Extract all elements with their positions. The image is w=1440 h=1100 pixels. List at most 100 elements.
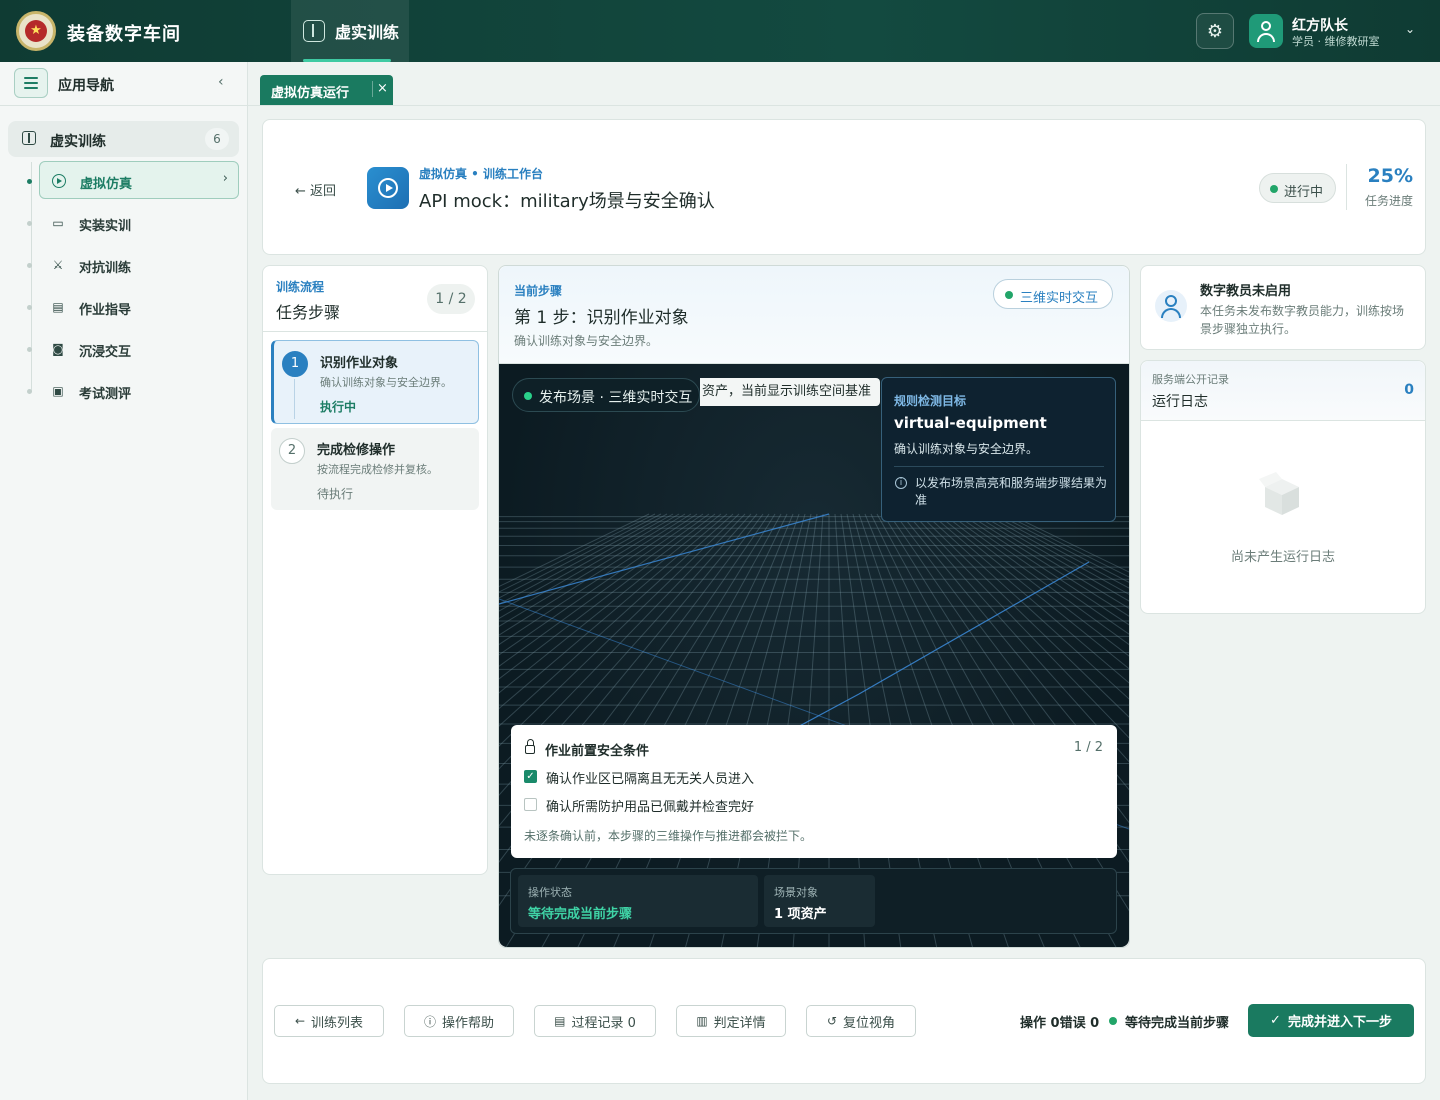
op-value: 1 项资产 [774,907,827,922]
step-status: 执行中 [320,400,357,414]
book-icon [22,131,36,145]
help-button[interactable]: ⓘ 操作帮助 [404,1005,514,1037]
instructor-title: 数字教员未启用 [1200,284,1292,299]
step-number: 2 [279,438,305,464]
complete-next-button[interactable]: ✓ 完成并进入下一步 [1248,1004,1414,1037]
3d-viewport[interactable]: 资产，当前显示训练空间基准 发布场景 · 三维实时交互 规则检测目标 virtu… [499,364,1129,947]
divider [263,331,487,332]
close-icon[interactable]: × [372,81,388,97]
scene-label: 发布场景 · 三维实时交互 [539,390,693,406]
sidebar-group-virtual-training[interactable]: 虚实训练 6 [8,121,239,157]
button-label: 操作帮助 [442,1015,495,1031]
menu-toggle-button[interactable] [14,68,48,98]
book-icon [303,20,325,42]
steps-caption: 训练流程 [276,280,325,294]
safety-checkbox-2[interactable] [524,798,537,811]
sidebar-item-confrontation[interactable]: ⚔ 对抗训练 [27,246,239,284]
tab-bar: 虚拟仿真运行 × [248,62,1440,106]
page-title: API mock：military场景与安全确认 [419,191,715,212]
sidebar-item-work-guide[interactable]: ▤ 作业指导 [27,288,239,326]
instructor-desc: 本任务未发布数字教员能力，训练按场景步骤独立执行。 [1200,304,1405,336]
rule-caption: 规则检测目标 [894,394,967,408]
document-icon: ▤ [52,300,64,314]
run-log-card: 服务端公开记录 运行日志 0 尚未产生运行日志 [1140,360,1426,614]
sidebar-item-label: 虚拟仿真 [80,177,133,192]
divider [1346,164,1347,210]
sidebar-item-real-equipment[interactable]: ▭ 实装实训 [27,204,239,242]
play-circle-icon [52,174,66,188]
status-dot-icon [1270,185,1278,193]
reset-view-button[interactable]: ↺ 复位视角 [806,1005,916,1037]
steps-title: 任务步骤 [276,303,341,322]
group-label: 虚实训练 [50,134,106,150]
back-label: 返回 [310,184,337,199]
mode-label: 三维实时交互 [1020,291,1099,306]
process-record-button[interactable]: ▤ 过程记录 0 [534,1005,656,1037]
tab-virtual-sim-run[interactable]: 虚拟仿真运行 × [260,75,393,105]
button-label: 过程记录 0 [571,1015,636,1031]
button-label: 完成并进入下一步 [1287,1015,1392,1030]
sidebar-item-label: 考试测评 [79,387,132,402]
current-step-title: 第 1 步：识别作业对象 [514,308,689,328]
judge-detail-button[interactable]: ▥ 判定详情 [676,1005,786,1037]
user-avatar[interactable] [1249,14,1283,48]
monitor-icon: ▭ [52,216,64,230]
operation-status-bar: 操作状态 等待完成当前步骤 场景对象 1 项资产 [510,868,1117,934]
document-icon: ▤ [554,1014,566,1028]
info-icon: ⓘ [423,1014,436,1029]
user-icon [1155,290,1187,322]
step-title: 识别作业对象 [320,356,399,371]
top-bar: ★ 装备数字车间 虚实训练 ⚙ 红方队长 学员 · 维修教研室 ⌄ [0,0,1440,62]
emblem-logo-icon: ★ [16,11,56,51]
safety-note: 未逐条确认前，本步骤的三维操作与推进都会被拦下。 [524,829,813,843]
arrow-left-icon: ← [294,1014,306,1028]
stage-panel: 当前步骤 第 1 步：识别作业对象 确认训练对象与安全边界。 三维实时交互 资产… [498,265,1130,948]
sidebar-item-label: 对抗训练 [79,261,132,276]
status-dot-icon [1109,1017,1117,1025]
app-title: 装备数字车间 [67,24,181,45]
settings-button[interactable]: ⚙ [1196,13,1234,49]
button-label: 复位视角 [843,1015,896,1031]
back-button[interactable]: ← 返回 [295,180,336,199]
steps-panel: 训练流程 任务步骤 1 / 2 1 识别作业对象 确认训练对象与安全边界。 执行… [262,265,488,875]
report-icon: ▥ [696,1014,708,1028]
footer-toolbar: ← 训练列表 ⓘ 操作帮助 ▤ 过程记录 0 ▥ 判定详情 ↺ 复位视角 操作 … [262,958,1426,1084]
chevron-down-icon[interactable]: ⌄ [1405,22,1415,36]
sidebar-item-immersive[interactable]: ◙ 沉浸交互 [27,330,239,368]
log-count: 0 [1404,382,1414,398]
steps-count-badge: 1 / 2 [427,284,475,314]
step-item[interactable]: 2 完成检修操作 按流程完成检修并复核。 待执行 [271,428,479,510]
scene-object-cell: 场景对象 1 项资产 [764,875,875,927]
step-item[interactable]: 1 识别作业对象 确认训练对象与安全边界。 执行中 [271,340,479,424]
scene-badge: 发布场景 · 三维实时交互 [512,378,700,412]
digital-instructor-card: 数字教员未启用 本任务未发布数字教员能力，训练按场景步骤独立执行。 [1140,265,1426,350]
safety-checkbox-1[interactable]: ✓ [524,770,537,783]
collapse-chevron-icon[interactable]: ‹ [218,74,224,90]
op-label: 操作状态 [528,886,572,899]
progress-label: 任务进度 [1364,194,1413,208]
log-title: 运行日志 [1152,394,1208,410]
sidebar-header: 应用导航 ‹ [0,62,247,106]
breadcrumb: 虚拟仿真 • 训练工作台 [419,167,544,181]
training-list-button[interactable]: ← 训练列表 [274,1005,384,1037]
rule-target: virtual-equipment [894,414,1047,432]
op-label: 场景对象 [774,886,818,899]
sidebar-item-virtual-sim[interactable]: 虚拟仿真 › [27,161,239,199]
sidebar-item-label: 作业指导 [79,303,132,318]
user-role: 学员 · 维修教研室 [1292,35,1380,48]
clipboard-icon: ▣ [52,384,64,398]
footer-status: 等待完成当前步骤 [1125,1016,1230,1031]
top-nav-virtual-training[interactable]: 虚实训练 [291,0,409,62]
current-step-caption: 当前步骤 [514,284,563,298]
sidebar-item-exam[interactable]: ▣ 考试测评 [27,372,239,410]
task-header-card: ← 返回 虚拟仿真 • 训练工作台 API mock：military场景与安全… [262,119,1426,255]
current-step-desc: 确认训练对象与安全边界。 [514,334,659,348]
button-label: 判定详情 [713,1015,766,1031]
rule-note: 以发布场景高亮和服务端步骤结果为准 [915,476,1108,507]
step-desc: 确认训练对象与安全边界。 [320,376,452,389]
rule-target-panel: 规则检测目标 virtual-equipment 确认训练对象与安全边界。 i … [881,377,1116,522]
safety-title: 作业前置安全条件 [545,744,650,759]
safety-item-label: 确认所需防护用品已佩戴并检查完好 [546,800,755,815]
safety-conditions-panel: 作业前置安全条件 1 / 2 ✓ 确认作业区已隔离且无无关人员进入 确认所需防护… [511,725,1117,858]
mode-badge: 三维实时交互 [993,279,1113,309]
